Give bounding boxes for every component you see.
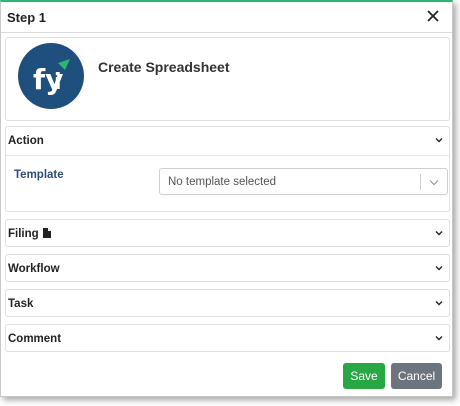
section-task-header[interactable]: Task: [6, 290, 449, 318]
chevron-down-icon: [435, 231, 443, 236]
section-filing-label: Filing: [8, 228, 51, 240]
save-button[interactable]: Save: [343, 363, 385, 389]
section-comment: Comment: [5, 324, 450, 352]
chevron-down-icon: [429, 180, 439, 186]
action-body: Template No template selected: [6, 155, 449, 210]
step-summary: fy i Create Spreadsheet: [5, 37, 450, 121]
app-logo: fy i: [18, 43, 84, 109]
chevron-down-icon: [435, 301, 443, 306]
section-comment-label: Comment: [8, 333, 62, 345]
section-action-label: Action: [8, 135, 44, 147]
svg-text:i: i: [54, 70, 62, 95]
section-action-header[interactable]: Action: [6, 127, 449, 155]
select-separator: [420, 174, 421, 190]
document-icon: [42, 228, 51, 238]
section-workflow: Workflow: [5, 254, 450, 282]
chevron-down-icon: [435, 266, 443, 271]
chevron-down-icon: [435, 138, 443, 143]
template-select[interactable]: No template selected: [159, 168, 448, 195]
section-filing: Filing: [5, 219, 450, 247]
section-workflow-label: Workflow: [8, 263, 60, 275]
section-filing-header[interactable]: Filing: [6, 220, 449, 248]
create-spreadsheet-dialog: Step 1 fy i Create Spreadsheet Action Te…: [0, 0, 453, 397]
section-workflow-header[interactable]: Workflow: [6, 255, 449, 283]
step-title: Create Spreadsheet: [98, 59, 230, 75]
chevron-down-icon: [435, 336, 443, 341]
template-label: Template: [14, 169, 64, 181]
section-task: Task: [5, 289, 450, 317]
cancel-button[interactable]: Cancel: [391, 363, 442, 389]
section-comment-header[interactable]: Comment: [6, 325, 449, 353]
close-icon[interactable]: [424, 7, 442, 25]
section-task-label: Task: [8, 298, 34, 310]
dialog-title: Step 1: [7, 10, 47, 25]
section-action: Action Template No template selected: [5, 126, 450, 212]
template-select-placeholder: No template selected: [168, 176, 277, 188]
dialog-header: Step 1: [1, 2, 452, 33]
